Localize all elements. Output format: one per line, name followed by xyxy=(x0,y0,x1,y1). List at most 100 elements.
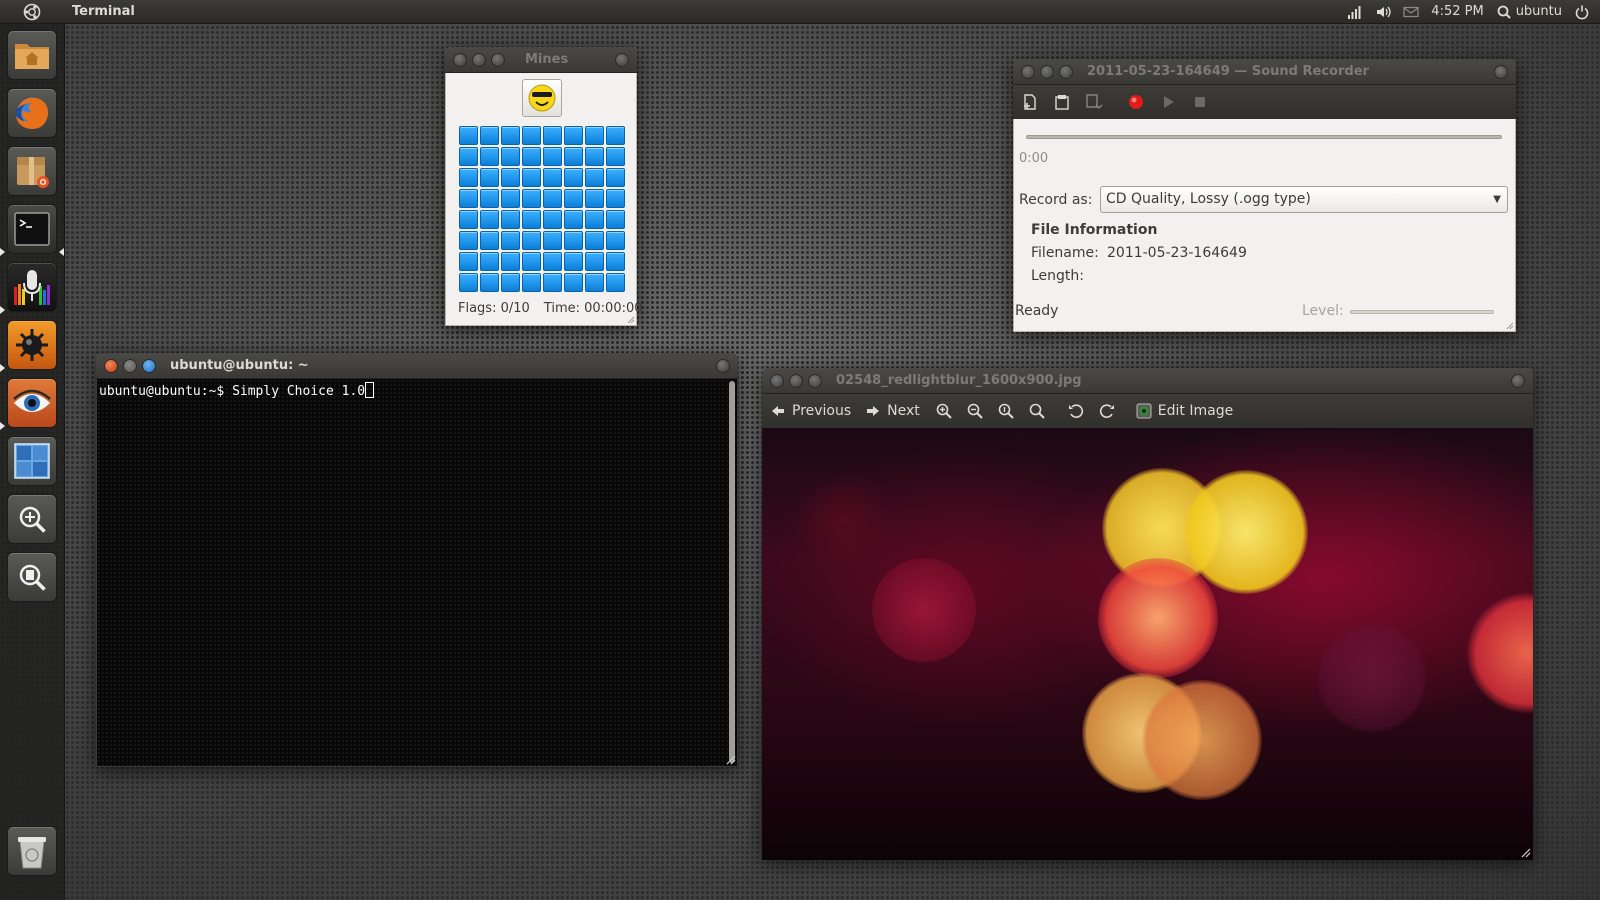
mine-cell[interactable] xyxy=(522,147,541,166)
launcher-sound-recorder[interactable] xyxy=(7,262,57,312)
mine-cell[interactable] xyxy=(585,231,604,250)
mine-cell[interactable] xyxy=(606,252,625,271)
position-slider[interactable] xyxy=(1026,135,1502,139)
new-game-button[interactable] xyxy=(522,79,562,117)
terminal-body[interactable]: ubuntu@ubuntu:~$ Simply Choice 1.0 xyxy=(96,379,738,767)
mine-cell[interactable] xyxy=(564,126,583,145)
zoom-fit-button[interactable] xyxy=(1027,401,1047,421)
mine-cell[interactable] xyxy=(522,168,541,187)
mine-cell[interactable] xyxy=(585,126,604,145)
launcher-trash[interactable] xyxy=(7,826,57,876)
launcher-mines[interactable] xyxy=(7,320,57,370)
mine-cell[interactable] xyxy=(501,168,520,187)
displayed-photo[interactable] xyxy=(762,428,1533,860)
save-as-button[interactable] xyxy=(1083,91,1105,113)
mine-cell[interactable] xyxy=(606,273,625,292)
record-button[interactable] xyxy=(1125,91,1147,113)
maximize-button[interactable] xyxy=(142,358,156,373)
mine-cell[interactable] xyxy=(543,252,562,271)
new-file-button[interactable] xyxy=(1019,91,1041,113)
mine-cell[interactable] xyxy=(459,273,478,292)
mine-cell[interactable] xyxy=(543,210,562,229)
clock[interactable]: 4:52 PM xyxy=(1431,4,1483,19)
mine-cell[interactable] xyxy=(501,126,520,145)
next-button[interactable]: Next xyxy=(865,403,920,419)
mine-cell[interactable] xyxy=(564,231,583,250)
mine-cell[interactable] xyxy=(606,147,625,166)
mine-cell[interactable] xyxy=(522,231,541,250)
launcher-firefox[interactable] xyxy=(7,88,57,138)
window-menu-button[interactable] xyxy=(1494,65,1508,79)
mine-cell[interactable] xyxy=(459,147,478,166)
mine-cell[interactable] xyxy=(543,273,562,292)
mine-cell[interactable] xyxy=(543,126,562,145)
dash-home-button[interactable] xyxy=(0,0,64,24)
resize-grip-icon[interactable] xyxy=(726,755,736,765)
mine-cell[interactable] xyxy=(606,126,625,145)
mine-cell[interactable] xyxy=(522,252,541,271)
rotate-right-button[interactable] xyxy=(1097,401,1117,421)
zoom-normal-button[interactable] xyxy=(996,401,1016,421)
terminal-titlebar[interactable]: ubuntu@ubuntu: ~ xyxy=(96,353,738,379)
zoom-out-button[interactable] xyxy=(965,401,985,421)
user-menu[interactable]: ubuntu xyxy=(1496,4,1562,20)
mine-cell[interactable] xyxy=(480,168,499,187)
mine-cell[interactable] xyxy=(501,147,520,166)
mine-cell[interactable] xyxy=(585,273,604,292)
launcher-workspaces[interactable] xyxy=(7,436,57,486)
mine-cell[interactable] xyxy=(459,189,478,208)
maximize-button[interactable] xyxy=(491,52,505,67)
close-button[interactable] xyxy=(1021,64,1035,79)
resize-grip-icon[interactable] xyxy=(625,314,635,324)
mine-cell[interactable] xyxy=(522,210,541,229)
mine-cell[interactable] xyxy=(480,147,499,166)
resize-grip-icon[interactable] xyxy=(1521,848,1531,858)
mine-cell[interactable] xyxy=(543,168,562,187)
mines-titlebar[interactable]: Mines xyxy=(445,47,637,73)
launcher-applications-lens[interactable] xyxy=(7,494,57,544)
mine-cell[interactable] xyxy=(480,189,499,208)
mine-cell[interactable] xyxy=(543,189,562,208)
minimize-button[interactable] xyxy=(123,358,137,373)
mine-cell[interactable] xyxy=(585,252,604,271)
previous-button[interactable]: Previous xyxy=(770,403,851,419)
mine-cell[interactable] xyxy=(564,210,583,229)
viewer-titlebar[interactable]: 02548_redlightblur_1600x900.jpg xyxy=(762,368,1533,394)
mine-cell[interactable] xyxy=(459,210,478,229)
mail-icon[interactable] xyxy=(1403,4,1419,20)
edit-image-button[interactable]: Edit Image xyxy=(1136,403,1233,419)
mine-cell[interactable] xyxy=(522,126,541,145)
mine-cell[interactable] xyxy=(606,168,625,187)
mine-cell[interactable] xyxy=(564,189,583,208)
mine-cell[interactable] xyxy=(459,168,478,187)
mine-cell[interactable] xyxy=(480,273,499,292)
minimize-button[interactable] xyxy=(1040,64,1054,79)
launcher-files-lens[interactable] xyxy=(7,552,57,602)
window-menu-button[interactable] xyxy=(716,359,730,373)
mine-cell[interactable] xyxy=(459,252,478,271)
zoom-in-button[interactable] xyxy=(934,401,954,421)
mine-cell[interactable] xyxy=(564,147,583,166)
mine-cell[interactable] xyxy=(606,189,625,208)
mine-cell[interactable] xyxy=(501,273,520,292)
mine-cell[interactable] xyxy=(501,210,520,229)
resize-grip-icon[interactable] xyxy=(1504,320,1514,330)
mine-cell[interactable] xyxy=(564,168,583,187)
mine-cell[interactable] xyxy=(480,231,499,250)
maximize-button[interactable] xyxy=(808,373,822,388)
mine-cell[interactable] xyxy=(522,273,541,292)
close-button[interactable] xyxy=(770,373,784,388)
mine-cell[interactable] xyxy=(564,252,583,271)
rotate-left-button[interactable] xyxy=(1066,401,1086,421)
mine-cell[interactable] xyxy=(501,189,520,208)
minimize-button[interactable] xyxy=(789,373,803,388)
mine-cell[interactable] xyxy=(480,126,499,145)
close-button[interactable] xyxy=(453,52,467,67)
launcher-image-viewer[interactable] xyxy=(7,378,57,428)
network-icon[interactable] xyxy=(1347,4,1363,20)
mine-cell[interactable] xyxy=(501,252,520,271)
close-button[interactable] xyxy=(104,358,118,373)
mine-cell[interactable] xyxy=(564,273,583,292)
minimize-button[interactable] xyxy=(472,52,486,67)
launcher-software-center[interactable] xyxy=(7,146,57,196)
